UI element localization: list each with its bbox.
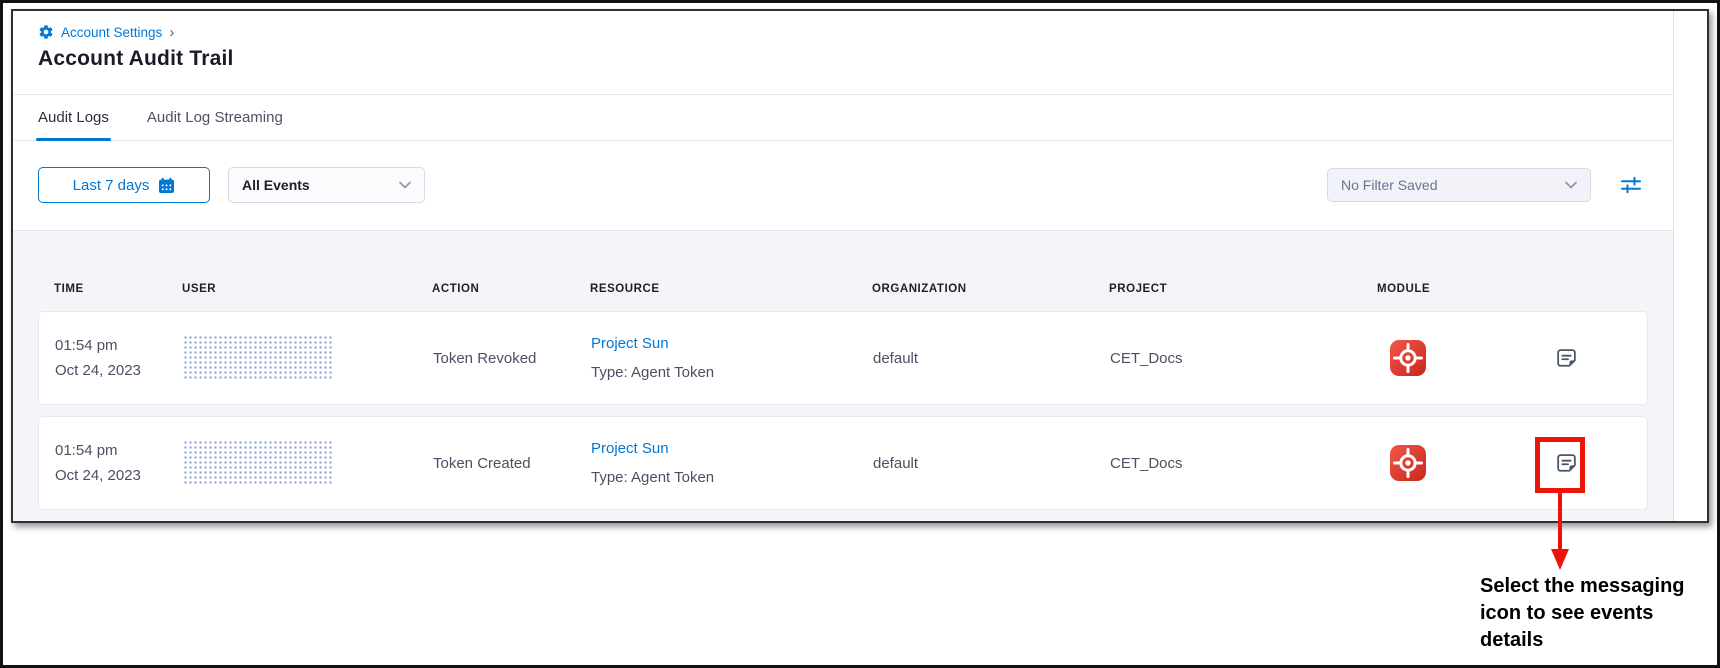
organization-cell: default bbox=[873, 350, 1110, 367]
annotation-arrow-line bbox=[1558, 493, 1562, 551]
breadcrumb: Account Settings › bbox=[38, 24, 1673, 40]
breadcrumb-account-settings[interactable]: Account Settings bbox=[38, 24, 162, 40]
resource-cell: Project Sun Type: Agent Token bbox=[591, 333, 873, 384]
organization-cell: default bbox=[873, 455, 1110, 472]
page-header: Account Settings › Account Audit Trail bbox=[13, 11, 1673, 95]
cet-module-icon bbox=[1378, 445, 1426, 481]
event-date: Oct 24, 2023 bbox=[55, 358, 183, 383]
user-cell bbox=[183, 335, 433, 381]
breadcrumb-label: Account Settings bbox=[61, 25, 162, 40]
redacted-user bbox=[183, 440, 333, 486]
events-filter-select[interactable]: All Events bbox=[228, 167, 425, 203]
panel-right-divider bbox=[1673, 11, 1674, 521]
message-note-icon bbox=[1554, 346, 1579, 371]
user-cell bbox=[183, 440, 433, 486]
redacted-user bbox=[183, 335, 333, 381]
table-header-row: TIME USER ACTION RESOURCE ORGANIZATION P… bbox=[38, 231, 1648, 311]
audit-table: TIME USER ACTION RESOURCE ORGANIZATION P… bbox=[13, 231, 1673, 521]
column-header-time: TIME bbox=[54, 283, 182, 295]
time-cell: 01:54 pm Oct 24, 2023 bbox=[55, 333, 183, 383]
app-window: Account Settings › Account Audit Trail A… bbox=[11, 9, 1709, 523]
resource-link[interactable]: Project Sun bbox=[591, 438, 873, 460]
resource-type: Type: Agent Token bbox=[591, 362, 873, 384]
table-row: 01:54 pm Oct 24, 2023 Token Revoked Proj… bbox=[38, 311, 1648, 405]
filter-toolbar: Last 7 days All Events bbox=[13, 141, 1673, 231]
saved-filter-select[interactable]: No Filter Saved bbox=[1327, 168, 1591, 202]
column-header-action: ACTION bbox=[432, 283, 590, 295]
event-date: Oct 24, 2023 bbox=[55, 463, 183, 488]
tab-bar: Audit Logs Audit Log Streaming bbox=[13, 95, 1673, 141]
column-header-resource: RESOURCE bbox=[590, 283, 872, 295]
tab-audit-log-streaming[interactable]: Audit Log Streaming bbox=[147, 95, 283, 140]
column-header-organization: ORGANIZATION bbox=[872, 283, 1109, 295]
event-time: 01:54 pm bbox=[55, 333, 183, 358]
column-header-user: USER bbox=[182, 283, 432, 295]
resource-cell: Project Sun Type: Agent Token bbox=[591, 438, 873, 489]
chevron-down-icon bbox=[399, 181, 411, 189]
calendar-icon bbox=[158, 177, 175, 194]
action-cell: Token Revoked bbox=[433, 350, 591, 367]
tab-audit-logs[interactable]: Audit Logs bbox=[38, 95, 109, 140]
screenshot-frame: Account Settings › Account Audit Trail A… bbox=[0, 0, 1720, 668]
project-cell: CET_Docs bbox=[1110, 350, 1378, 367]
table-row: 01:54 pm Oct 24, 2023 Token Created Proj… bbox=[38, 416, 1648, 510]
filter-settings-button[interactable] bbox=[1619, 173, 1643, 197]
module-cell bbox=[1378, 445, 1528, 481]
module-cell bbox=[1378, 340, 1528, 376]
annotation-caption: Select the messaging icon to see events … bbox=[1480, 573, 1695, 654]
annotation-arrow-head bbox=[1551, 549, 1569, 570]
details-cell bbox=[1528, 346, 1631, 371]
page-title: Account Audit Trail bbox=[38, 47, 1673, 71]
event-time: 01:54 pm bbox=[55, 438, 183, 463]
sliders-filter-icon bbox=[1620, 174, 1642, 196]
annotation-highlight-box bbox=[1535, 437, 1585, 493]
saved-filter-value: No Filter Saved bbox=[1341, 177, 1437, 193]
breadcrumb-separator: › bbox=[169, 25, 174, 40]
column-header-module: MODULE bbox=[1377, 283, 1527, 295]
message-details-button[interactable] bbox=[1554, 346, 1579, 371]
project-cell: CET_Docs bbox=[1110, 455, 1378, 472]
action-cell: Token Created bbox=[433, 455, 591, 472]
time-cell: 01:54 pm Oct 24, 2023 bbox=[55, 438, 183, 488]
cet-module-icon bbox=[1378, 340, 1426, 376]
date-range-label: Last 7 days bbox=[73, 177, 150, 194]
date-range-button[interactable]: Last 7 days bbox=[38, 167, 210, 203]
column-header-project: PROJECT bbox=[1109, 283, 1377, 295]
resource-type: Type: Agent Token bbox=[591, 467, 873, 489]
gear-icon bbox=[38, 24, 54, 40]
chevron-down-icon bbox=[1565, 181, 1577, 189]
events-filter-value: All Events bbox=[242, 177, 310, 193]
resource-link[interactable]: Project Sun bbox=[591, 333, 873, 355]
